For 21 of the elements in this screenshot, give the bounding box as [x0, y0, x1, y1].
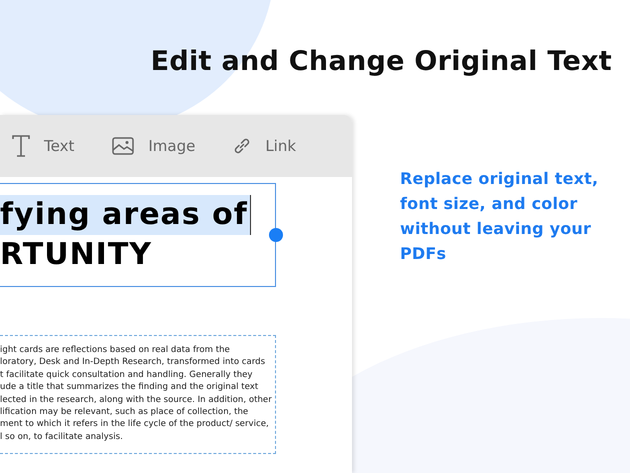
body-text-line: ight cards are reflections based on real data from the: [0, 344, 231, 356]
title-text: RTUNITY: [0, 236, 154, 274]
body-text-line: ude a title that summarizes the finding and the original text: [0, 381, 260, 394]
text-icon: [12, 135, 30, 157]
page-heading: Edit and Change Original Text: [150, 46, 612, 77]
toolbar-button[interactable]: Text: [12, 135, 74, 157]
body-text-line: loratory, Desk and In-Depth Research, transformed into cards: [0, 356, 266, 369]
toolbar-button[interactable]: Image: [112, 137, 196, 155]
link-icon: [233, 137, 252, 155]
body-text-line: ment to which it refers in the life cycle of the product/ service,: [0, 418, 270, 431]
body-text-line: l so on, to facilitate analysis.: [0, 430, 124, 444]
body-text-line: lected in the research, along with the source. In addition, other: [0, 394, 273, 406]
body-text-line: lification may be relevant, such as place of collection, the: [0, 406, 250, 418]
text-edit-box[interactable]: fying areas of RTUNITY: [0, 183, 276, 287]
toolbar-button[interactable]: Link: [233, 137, 296, 155]
image-icon: [112, 137, 134, 155]
title-text: fying areas of: [0, 195, 251, 235]
body-text-box[interactable]: [0, 335, 276, 454]
body-text-line: t facilitate quick consultation and handling. Generally they: [0, 368, 254, 382]
resize-handle[interactable]: [269, 228, 283, 242]
feature-description: Replace original text, font size, and color without leaving your PDFs: [400, 168, 600, 265]
